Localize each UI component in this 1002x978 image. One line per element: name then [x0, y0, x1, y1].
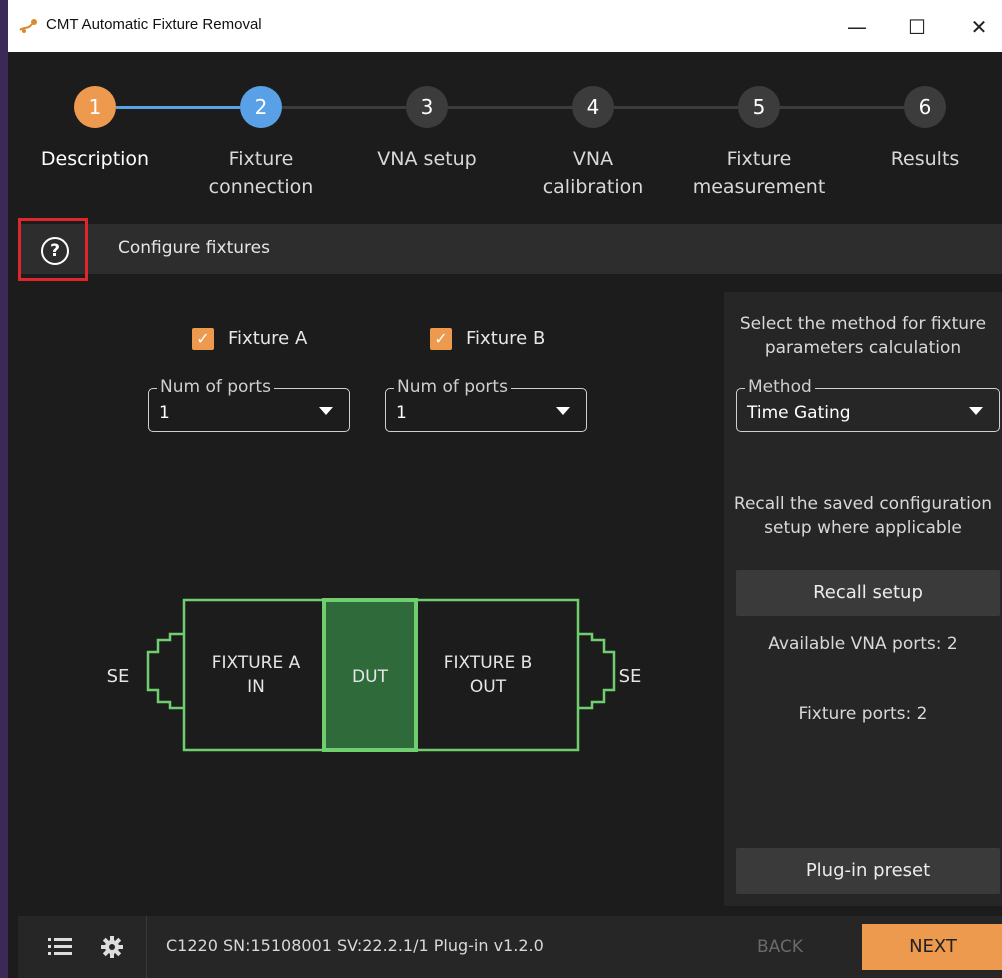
next-button[interactable]: NEXT [862, 924, 1002, 970]
fixture-a-ports-select[interactable]: Num of ports 1 [148, 377, 350, 432]
left-connector-icon [146, 632, 184, 710]
step-connector [614, 106, 738, 109]
desktop-edge [0, 0, 8, 978]
step-6-circle[interactable]: 6 [904, 86, 946, 128]
list-icon[interactable] [48, 936, 72, 958]
right-port-label: SE [619, 666, 642, 687]
step-5-label: Fixture measurement [692, 148, 826, 198]
fixture-b-label: Fixture B [466, 328, 546, 349]
fixture-b-ports-select[interactable]: Num of ports 1 [385, 377, 587, 432]
step-connector [780, 106, 904, 109]
step-4-label: VNA calibration [542, 148, 644, 198]
left-port-label: SE [107, 666, 130, 687]
step-1-circle[interactable]: 1 [74, 86, 116, 128]
fixture-a-ports-value: 1 [159, 403, 170, 423]
window-title: CMT Automatic Fixture Removal [46, 16, 262, 33]
fixture-a-ports-legend: Num of ports [157, 377, 274, 397]
fixture-b-direction: OUT [470, 677, 507, 697]
close-button[interactable]: ✕ [956, 12, 1002, 42]
step-6-label: Results [890, 148, 960, 170]
vna-ports-info: Available VNA ports: 2 [768, 634, 958, 654]
recall-setup-button[interactable]: Recall setup [736, 570, 1000, 616]
chevron-down-icon [556, 407, 570, 415]
minimize-button[interactable]: — [834, 12, 880, 42]
fixture-b-ports-legend: Num of ports [394, 377, 511, 397]
fixture-config-area: ✓ Fixture A ✓ Fixture B Num of ports 1 N… [18, 286, 724, 906]
chevron-down-icon [969, 407, 983, 415]
right-connector-icon [578, 632, 616, 710]
step-1-label: Description [40, 148, 150, 170]
step-3-circle[interactable]: 3 [406, 86, 448, 128]
method-panel: Select the method for fixture parameters… [724, 292, 1002, 906]
footer-divider [146, 916, 147, 978]
fixture-a-direction: IN [247, 677, 265, 697]
step-2-circle[interactable]: 2 [240, 86, 282, 128]
fixture-diagram: SE SE FIXTURE A IN DUT FIXTURE B OUT [107, 598, 642, 752]
plugin-preset-button[interactable]: Plug-in preset [736, 848, 1000, 894]
step-connector [282, 106, 406, 109]
method-legend: Method [745, 377, 815, 397]
fixture-b-title: FIXTURE B [444, 653, 533, 673]
step-2-label: Fixture connection [208, 148, 314, 198]
maximize-button[interactable]: ☐ [894, 12, 940, 42]
chevron-down-icon [319, 407, 333, 415]
help-button[interactable]: ? [18, 218, 88, 281]
fixture-a-label: Fixture A [228, 328, 308, 349]
step-3-label: VNA setup [377, 148, 477, 170]
fixture-ports-info: Fixture ports: 2 [798, 704, 928, 724]
app-logo-icon [19, 19, 37, 33]
method-value: Time Gating [747, 403, 851, 423]
step-connector [448, 106, 572, 109]
status-footer: C1220 SN:15108001 SV:22.2.1/1 Plug-in v1… [18, 916, 1002, 978]
help-icon: ? [41, 237, 69, 265]
device-status: C1220 SN:15108001 SV:22.2.1/1 Plug-in v1… [166, 936, 544, 955]
step-5-circle[interactable]: 5 [738, 86, 780, 128]
title-bar: CMT Automatic Fixture Removal — ☐ ✕ [8, 0, 1002, 52]
fixture-b-checkbox[interactable]: ✓ [430, 328, 452, 350]
wizard-stepper: 1 2 3 4 5 6 Description Fixture connecti… [8, 52, 1002, 212]
back-button[interactable]: BACK [730, 924, 830, 970]
recall-prompt: Recall the saved configuration setup whe… [733, 494, 993, 538]
fixture-a-checkbox[interactable]: ✓ [192, 328, 214, 350]
gear-icon[interactable] [100, 935, 124, 959]
fixture-a-title: FIXTURE A [212, 653, 301, 673]
fixture-b-ports-value: 1 [396, 403, 407, 423]
method-select[interactable]: Method Time Gating [736, 377, 1000, 432]
step-connector [116, 106, 240, 109]
section-title: Configure fixtures [118, 238, 270, 258]
app-window: CMT Automatic Fixture Removal — ☐ ✕ 1 2 … [8, 0, 1002, 978]
method-prompt: Select the method for fixture parameters… [739, 314, 987, 358]
step-4-circle[interactable]: 4 [572, 86, 614, 128]
dut-label: DUT [352, 667, 389, 687]
